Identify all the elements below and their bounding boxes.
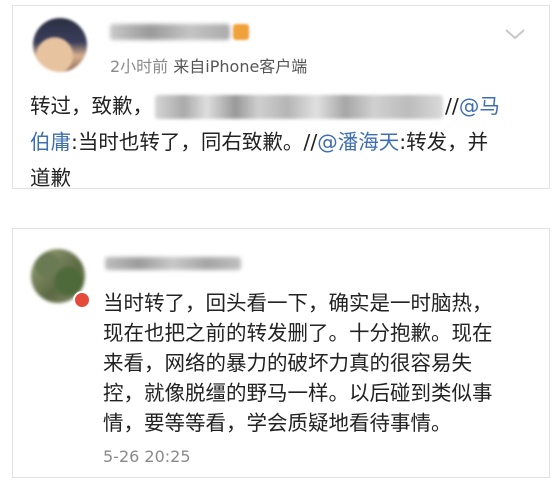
post-source: iPhone客户端	[205, 57, 308, 76]
username-blurred[interactable]	[110, 24, 230, 40]
text-segment: :转发，并	[399, 130, 489, 154]
post-body-line-3: 道歉	[30, 160, 71, 196]
username-blurred[interactable]	[105, 257, 241, 270]
post-meta: 2小时前 来自iPhone客户端	[110, 53, 307, 77]
text-segment: :当时也转了，同右致歉。//	[71, 130, 318, 154]
comment-line: 情，要等等看，学会质疑地看待事情。	[103, 411, 452, 435]
comment-timestamp: 5-26 20:25	[103, 447, 191, 466]
text-segment: 转过，致歉，	[30, 94, 153, 118]
post-card-2: 当时转了，回头看一下，确实是一时脑热， 现在也把之前的转发删了。十分抱歉。现在 …	[12, 228, 550, 478]
text-segment: //	[445, 94, 459, 118]
badge-icon	[73, 291, 91, 309]
blurred-text	[155, 95, 443, 119]
mention-link[interactable]: 伯庸	[30, 130, 71, 154]
post-source-prefix: 来自	[173, 57, 206, 76]
mention-link[interactable]: @潘海天	[317, 130, 399, 154]
text-segment: 道歉	[30, 166, 71, 190]
avatar[interactable]	[33, 18, 87, 72]
post-body-line-1: 转过，致歉， //@马	[30, 88, 500, 124]
verified-badge-icon	[233, 24, 249, 40]
post-card-1: 2小时前 来自iPhone客户端 转过，致歉， //@马 伯庸:当时也转了，同右致…	[12, 5, 550, 190]
mention-link[interactable]: @马	[459, 94, 500, 118]
post-body-line-2: 伯庸:当时也转了，同右致歉。//@潘海天:转发，并	[30, 124, 488, 160]
post-time: 2小时前	[110, 57, 169, 76]
chevron-down-icon[interactable]	[503, 26, 527, 42]
